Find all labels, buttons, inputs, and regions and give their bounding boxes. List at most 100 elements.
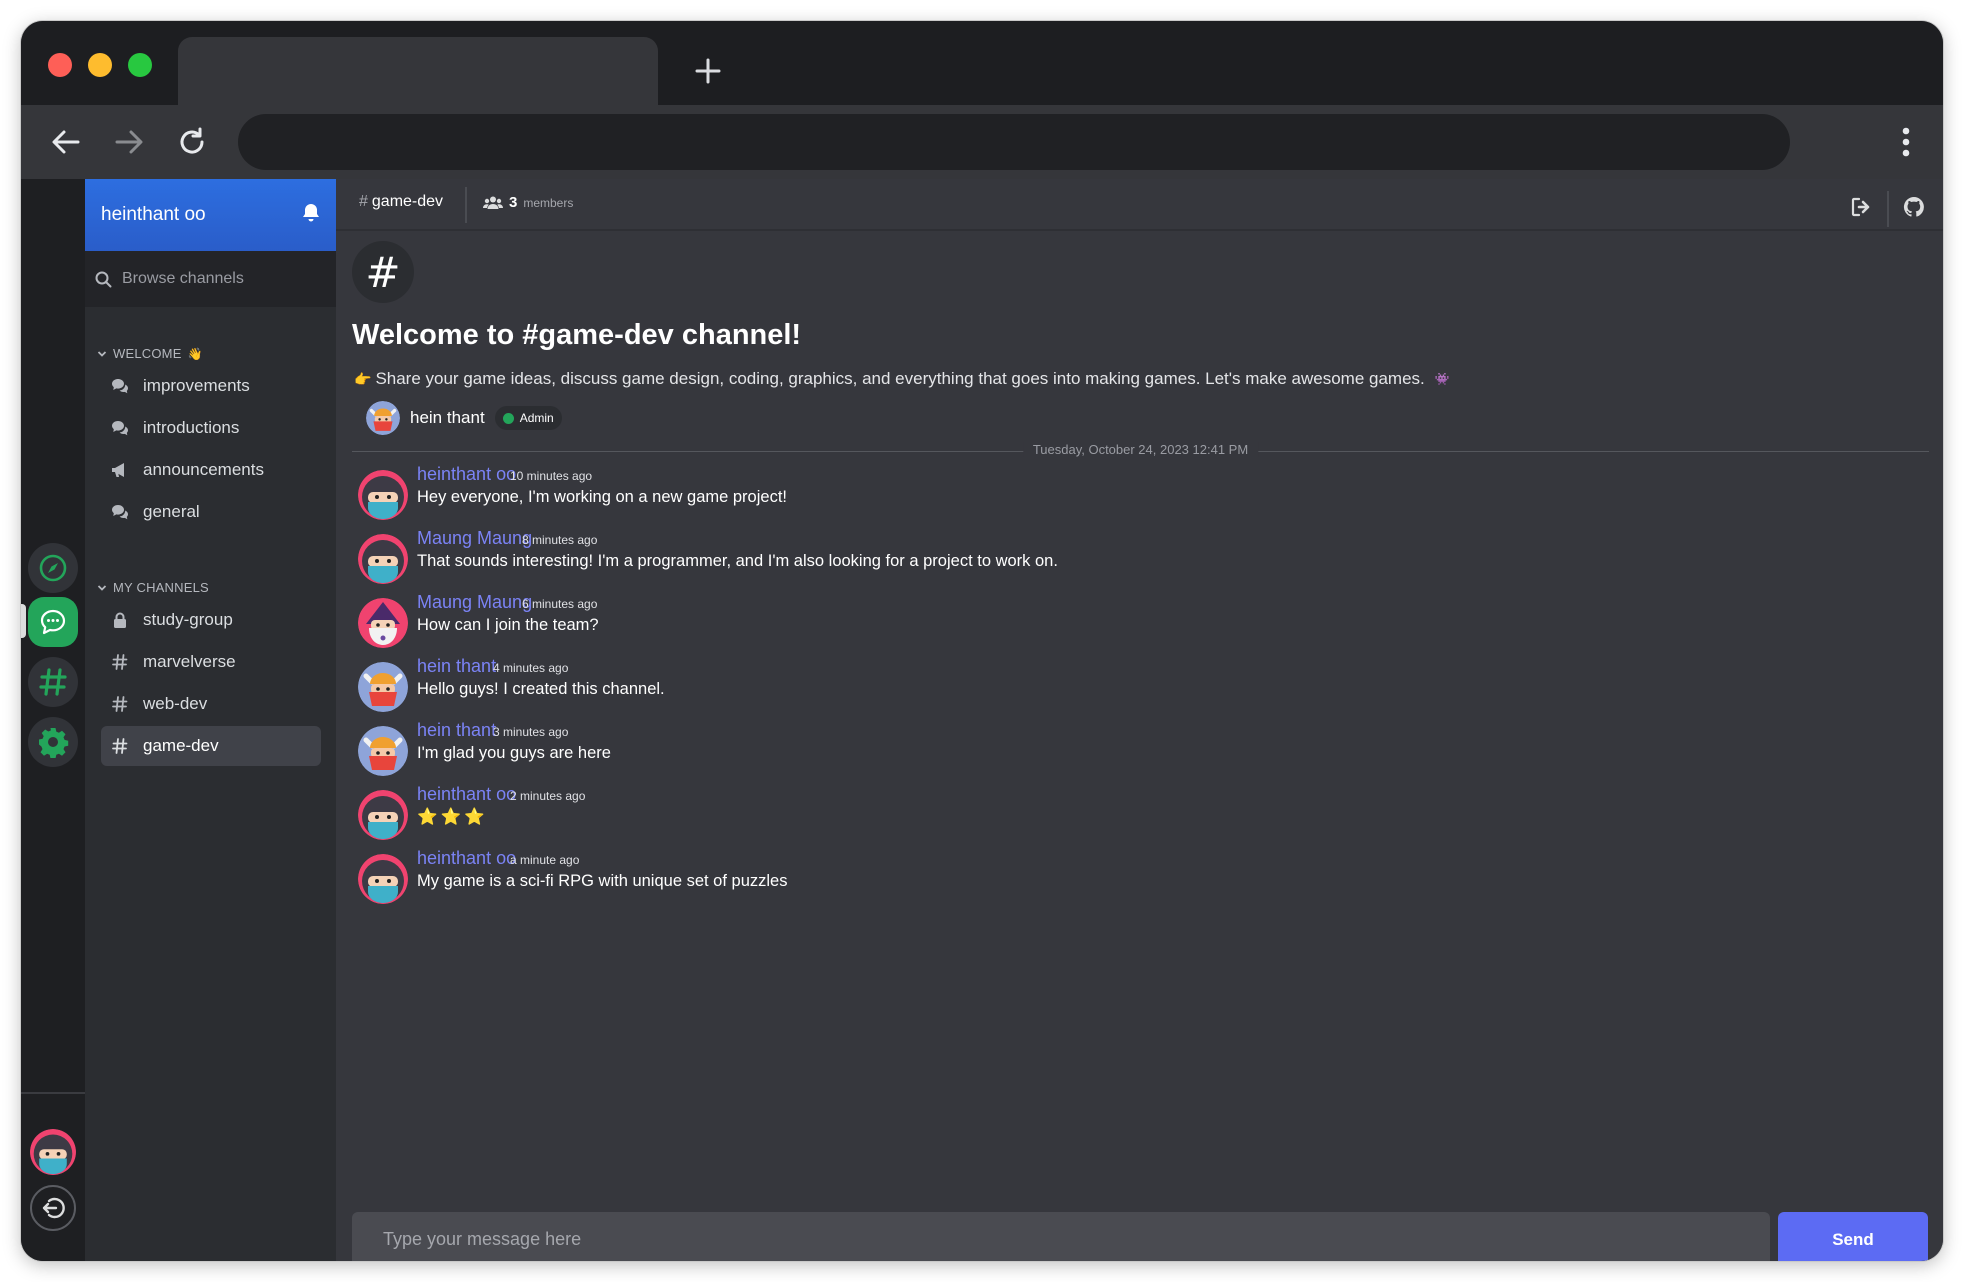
rail-channels-button[interactable] bbox=[28, 657, 78, 707]
reload-icon bbox=[180, 127, 204, 154]
channel-label: improvements bbox=[143, 376, 250, 395]
channel-description: 👉 Share your game ideas, discuss game de… bbox=[354, 369, 1450, 389]
viking-avatar-icon bbox=[366, 401, 400, 435]
message-author[interactable]: heinthant oo bbox=[417, 464, 516, 485]
browse-channels-search[interactable] bbox=[85, 251, 336, 307]
message-text: Hey everyone, I'm working on a new game … bbox=[417, 488, 787, 506]
channel-web-dev[interactable]: web-dev bbox=[101, 684, 321, 724]
viking-avatar-icon bbox=[358, 662, 408, 712]
owner-name[interactable]: hein thant bbox=[410, 408, 485, 428]
message-text: That sounds interesting! I'm a programme… bbox=[417, 552, 1058, 570]
notifications-button[interactable] bbox=[302, 203, 320, 227]
online-status-dot bbox=[502, 412, 514, 424]
gear-icon bbox=[39, 728, 69, 758]
message-author[interactable]: hein thant bbox=[417, 656, 496, 677]
members-button[interactable]: 3 members bbox=[483, 194, 573, 211]
channel-label: introductions bbox=[143, 418, 240, 437]
ninja-avatar-icon bbox=[358, 470, 408, 520]
message-avatar[interactable] bbox=[358, 662, 408, 712]
message-author[interactable]: heinthant oo bbox=[417, 848, 516, 869]
message-time: 2 minutes ago bbox=[510, 789, 586, 803]
message-avatar[interactable] bbox=[358, 598, 408, 648]
message-author[interactable]: heinthant oo bbox=[417, 784, 516, 805]
message-input[interactable] bbox=[383, 1229, 1770, 1250]
bell-icon bbox=[303, 204, 319, 222]
viking-avatar-icon bbox=[358, 726, 408, 776]
ninja-avatar-icon bbox=[358, 790, 408, 840]
badge-label: Admin bbox=[519, 411, 554, 425]
message-author[interactable]: Maung Maung bbox=[417, 528, 532, 549]
channel-general[interactable]: general bbox=[101, 492, 321, 532]
message-time: 3 minutes ago bbox=[493, 725, 569, 739]
section-emoji: 👋 bbox=[187, 346, 203, 361]
search-icon bbox=[95, 271, 112, 287]
channel-study-group[interactable]: study-group bbox=[101, 600, 321, 640]
reload-button[interactable] bbox=[170, 120, 214, 164]
message: hein thant 4 minutes ago Hello guys! I c… bbox=[358, 656, 1918, 712]
logout-icon bbox=[42, 1197, 65, 1219]
forward-button[interactable] bbox=[107, 120, 151, 164]
message-time: a minute ago bbox=[510, 853, 580, 867]
message-avatar[interactable] bbox=[358, 790, 408, 840]
section-header-my-channels[interactable]: MY CHANNELS bbox=[97, 580, 209, 595]
message: hein thant 3 minutes ago I'm glad you gu… bbox=[358, 720, 1918, 776]
current-user-avatar[interactable] bbox=[30, 1129, 76, 1175]
message-composer bbox=[352, 1212, 1770, 1261]
rail-explore-button[interactable] bbox=[28, 543, 78, 593]
message-avatar[interactable] bbox=[358, 854, 408, 904]
message: Maung Maung 6 minutes ago How can I join… bbox=[358, 592, 1918, 648]
header-divider bbox=[465, 187, 467, 223]
date-divider-text: Tuesday, October 24, 2023 12:41 PM bbox=[1022, 442, 1259, 457]
message: Maung Maung 8 minutes ago That sounds in… bbox=[358, 528, 1918, 584]
channel-improvements[interactable]: improvements bbox=[101, 366, 321, 406]
hashtag-icon bbox=[111, 737, 129, 755]
message-author[interactable]: hein thant bbox=[417, 720, 496, 741]
message-text: How can I join the team? bbox=[417, 616, 599, 634]
leave-channel-button[interactable] bbox=[1851, 197, 1873, 221]
section-header-welcome[interactable]: WELCOME 👋 bbox=[97, 346, 203, 361]
ninja-avatar-icon bbox=[358, 854, 408, 904]
close-window-button[interactable] bbox=[48, 53, 72, 77]
browser-tab[interactable] bbox=[178, 37, 658, 105]
message-avatar[interactable] bbox=[358, 470, 408, 520]
user-name: heinthant oo bbox=[101, 204, 206, 225]
date-divider: Tuesday, October 24, 2023 12:41 PM bbox=[352, 442, 1929, 462]
channel-hash: # bbox=[359, 193, 368, 210]
github-button[interactable] bbox=[1903, 196, 1925, 222]
github-icon bbox=[1903, 196, 1924, 217]
send-button[interactable]: Send bbox=[1778, 1212, 1928, 1261]
message-time: 4 minutes ago bbox=[493, 661, 569, 675]
channel-announcements[interactable]: announcements bbox=[101, 450, 321, 490]
message-avatar[interactable] bbox=[358, 726, 408, 776]
address-bar[interactable] bbox=[238, 114, 1790, 170]
header-actions-divider bbox=[1887, 191, 1889, 227]
rail-divider bbox=[21, 1092, 85, 1094]
description-trail-emoji: 👾 bbox=[1434, 372, 1450, 386]
logout-button[interactable] bbox=[30, 1185, 76, 1231]
message: heinthant oo 10 minutes ago Hey everyone… bbox=[358, 464, 1918, 520]
chat-main: # game-dev 3 members # Welcome to #game-… bbox=[336, 179, 1943, 1261]
back-button[interactable] bbox=[44, 120, 88, 164]
new-tab-button[interactable] bbox=[688, 51, 728, 91]
chat-bubble-icon bbox=[40, 609, 66, 635]
message-time: 8 minutes ago bbox=[522, 533, 598, 547]
minimize-window-button[interactable] bbox=[88, 53, 112, 77]
section-title-label: WELCOME bbox=[113, 346, 182, 361]
message: heinthant oo a minute ago My game is a s… bbox=[358, 848, 1918, 904]
message-avatar[interactable] bbox=[358, 534, 408, 584]
channel-introductions[interactable]: introductions bbox=[101, 408, 321, 448]
hashtag-icon bbox=[111, 695, 129, 713]
compass-icon bbox=[39, 554, 67, 582]
message-author[interactable]: Maung Maung bbox=[417, 592, 532, 613]
ninja-avatar-icon bbox=[30, 1129, 76, 1175]
browser-toolbar bbox=[21, 105, 1943, 179]
maximize-window-button[interactable] bbox=[128, 53, 152, 77]
rail-chat-button[interactable] bbox=[28, 597, 78, 647]
search-input[interactable] bbox=[122, 270, 322, 288]
rail-settings-button[interactable] bbox=[28, 717, 78, 767]
megaphone-icon bbox=[111, 461, 129, 479]
channel-marvelverse[interactable]: marvelverse bbox=[101, 642, 321, 682]
browser-menu-button[interactable] bbox=[1891, 120, 1921, 164]
chevron-down-icon bbox=[97, 350, 107, 357]
channel-game-dev[interactable]: game-dev bbox=[101, 726, 321, 766]
